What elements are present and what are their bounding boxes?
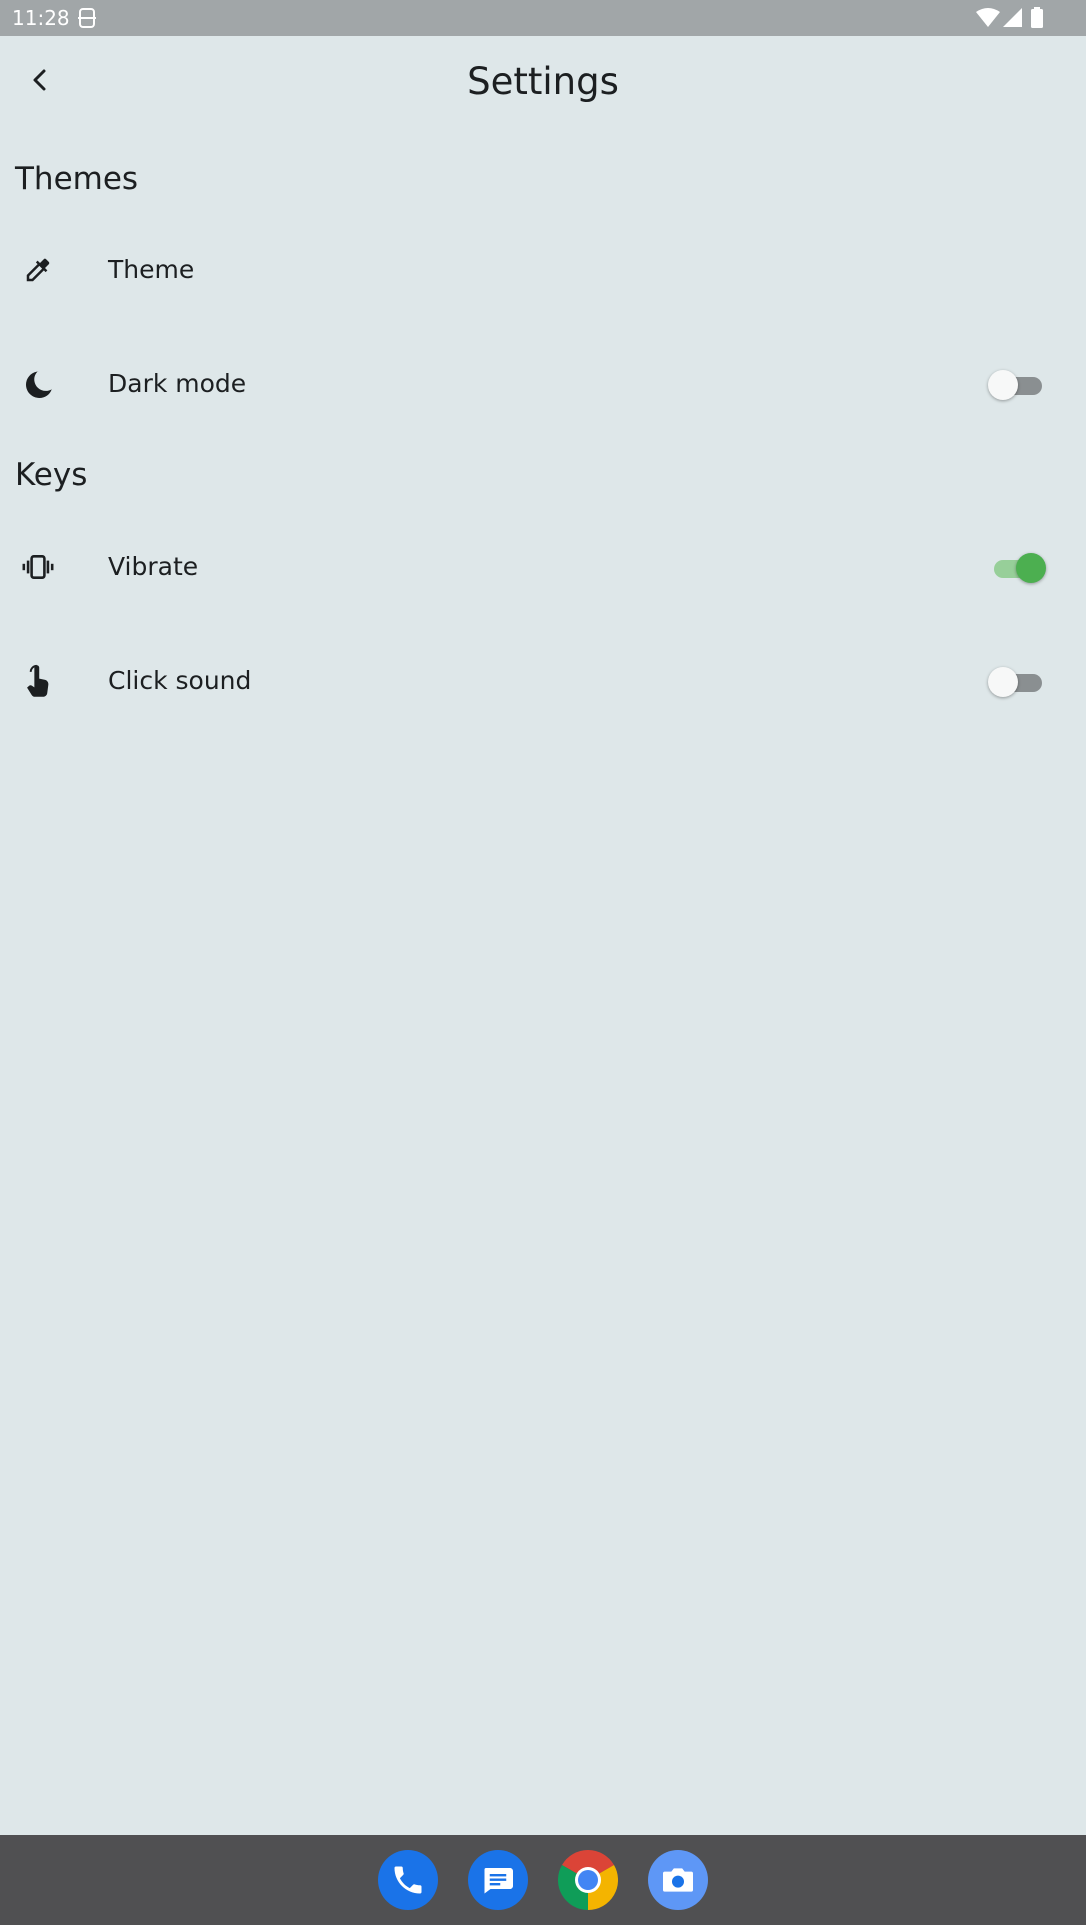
wifi-icon: [976, 8, 1000, 32]
settings-row-label: Vibrate: [108, 552, 199, 581]
click-sound-switch[interactable]: [988, 667, 1044, 697]
settings-row-click-sound[interactable]: Click sound: [0, 633, 1086, 729]
eyedropper-icon: [22, 254, 54, 286]
vibrate-switch[interactable]: [988, 553, 1046, 583]
section-header-keys: Keys: [15, 457, 88, 493]
camera-icon[interactable]: [648, 1850, 708, 1910]
settings-row-vibrate[interactable]: Vibrate: [0, 519, 1086, 615]
switch-thumb: [988, 667, 1018, 697]
chrome-icon[interactable]: [558, 1850, 618, 1910]
vibrate-icon: [22, 551, 54, 583]
chevron-left-icon: [33, 69, 46, 91]
battery-icon: [1030, 7, 1044, 33]
dark-mode-switch[interactable]: [988, 370, 1044, 400]
notification-icon: [77, 7, 97, 33]
messages-icon[interactable]: [468, 1850, 528, 1910]
app-dock: [0, 1835, 1086, 1925]
signal-icon: [1003, 8, 1023, 32]
app-bar: Settings: [0, 36, 1086, 128]
settings-row-label: Dark mode: [108, 369, 247, 398]
settings-row-theme[interactable]: Theme: [0, 222, 1086, 318]
page-title: Settings: [467, 60, 619, 103]
moon-icon: [22, 368, 54, 400]
settings-row-label: Theme: [108, 255, 195, 284]
settings-row-label: Click sound: [108, 666, 252, 695]
section-header-themes: Themes: [15, 161, 139, 197]
touch-icon: [22, 664, 54, 697]
status-bar: 11:28: [0, 0, 1086, 36]
switch-thumb: [1016, 553, 1046, 583]
status-time: 11:28: [12, 6, 70, 30]
phone-icon[interactable]: [378, 1850, 438, 1910]
switch-thumb: [988, 370, 1018, 400]
back-button[interactable]: [16, 56, 64, 104]
settings-row-dark-mode[interactable]: Dark mode: [0, 336, 1086, 432]
